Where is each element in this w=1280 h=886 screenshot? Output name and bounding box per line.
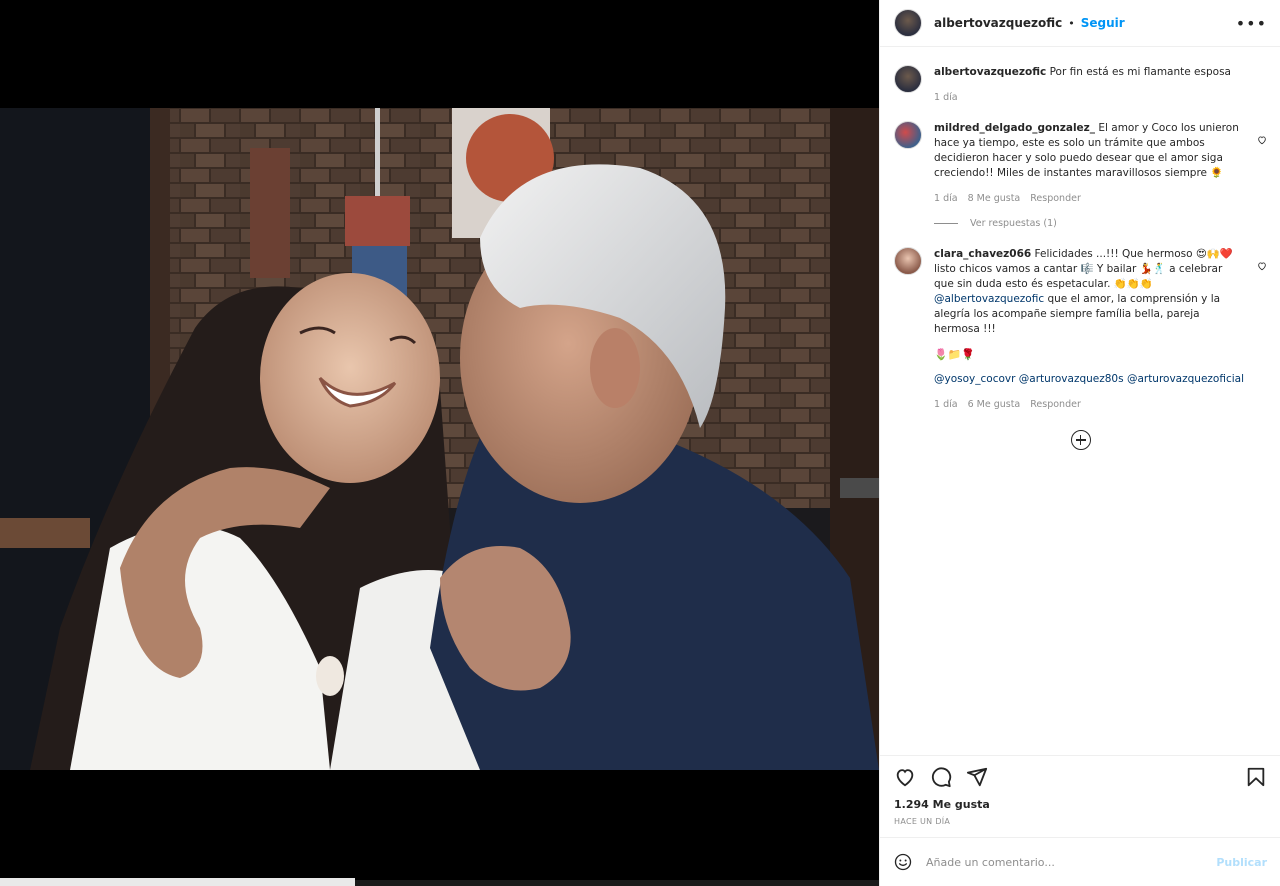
avatar[interactable] [894,121,922,149]
comment-like-heart-icon[interactable] [1257,261,1267,271]
comment-icon[interactable] [930,766,952,788]
view-replies-label[interactable]: Ver respuestas (1) [970,218,1057,229]
publish-button[interactable]: Publicar [1216,856,1267,869]
reply-button[interactable]: Responder [1030,399,1081,410]
reply-button[interactable]: Responder [1030,193,1081,204]
comment-username[interactable]: clara_chavez066 [934,248,1031,260]
bottom-strip [0,878,355,886]
comment-item: mildred_delgado_gonzalez_ El amor y Coco… [894,121,1267,229]
avatar[interactable] [894,9,922,37]
comment-emoji-line: 🌷📁🌹 [934,348,976,361]
avatar[interactable] [894,65,922,93]
mention-link[interactable]: @arturovazquez80s [1019,373,1124,385]
view-replies-button[interactable]: Ver respuestas (1) [934,218,1244,229]
comment-likes[interactable]: 6 Me gusta [968,399,1021,410]
comment-input[interactable] [924,854,1217,870]
avatar[interactable] [894,247,922,275]
header-username[interactable]: albertovazquezofic [934,16,1062,30]
comment-mention[interactable]: @albertovazquezofic [934,293,1044,305]
comments-list[interactable]: albertovazquezofic Por fin está es mi fl… [880,47,1280,758]
bottom-strip-dark [355,880,879,886]
share-icon[interactable] [966,766,988,788]
replies-line [934,223,958,224]
caption-username[interactable]: albertovazquezofic [934,66,1046,78]
couple-photo [0,108,879,770]
more-icon[interactable]: ••• [1236,14,1267,33]
caption: albertovazquezofic Por fin está es mi fl… [894,65,1267,103]
post-panel: albertovazquezofic • Seguir ••• albertov… [879,0,1280,886]
caption-time: 1 día [934,92,958,103]
bookmark-icon[interactable] [1245,766,1267,788]
follow-button[interactable]: Seguir [1081,16,1125,30]
comment-likes[interactable]: 8 Me gusta [968,193,1021,204]
comment-username[interactable]: mildred_delgado_gonzalez_ [934,122,1095,134]
heart-icon[interactable] [894,766,916,788]
post-header: albertovazquezofic • Seguir ••• [880,0,1280,47]
comment-time[interactable]: 1 día [934,399,958,410]
comment-time[interactable]: 1 día [934,193,958,204]
load-more-icon[interactable] [1070,430,1091,450]
comment-like-heart-icon[interactable] [1257,135,1267,145]
mention-link[interactable]: @yosoy_cocovr [934,373,1015,385]
post-actions: 1.294 Me gusta HACE UN DÍA [880,755,1280,836]
emoji-icon[interactable] [894,853,912,871]
mention-link[interactable]: @arturovazquezoficial [1127,373,1244,385]
comment-item: clara_chavez066 Felicidades ...!!! Que h… [894,247,1267,410]
add-comment-bar: Publicar [880,837,1280,886]
post-photo [0,108,879,770]
post-time: HACE UN DÍA [894,817,951,826]
post-media [0,0,879,886]
separator-dot: • [1068,16,1075,30]
like-count[interactable]: 1.294 Me gusta [880,788,1280,811]
caption-text: Por fin está es mi flamante esposa [1049,66,1231,78]
